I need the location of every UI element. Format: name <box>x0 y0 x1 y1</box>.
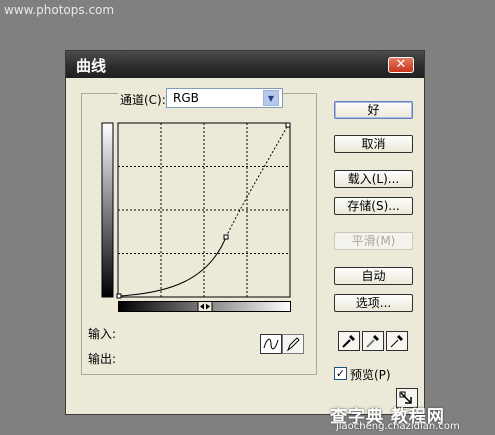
eyedropper-white-icon <box>390 335 403 348</box>
pencil-icon <box>286 337 300 352</box>
curve-tool-icon <box>263 338 279 350</box>
eyedropper-gray-icon <box>366 335 379 348</box>
chevron-down-icon[interactable]: ▼ <box>263 90 279 106</box>
curve-tool-button[interactable] <box>260 334 282 354</box>
control-point <box>285 122 291 128</box>
preview-checkbox[interactable]: ✓ <box>334 367 347 380</box>
title-bar[interactable]: 曲线 ✕ <box>66 51 424 78</box>
ok-button[interactable]: 好 <box>334 101 413 119</box>
output-gradient-bar <box>101 122 114 298</box>
channel-value: RGB <box>173 91 199 105</box>
curves-dialog: 曲线 ✕ 通道(C): RGB ▼ 输入: 输出: 好 取消 载入(L)... … <box>65 50 425 415</box>
output-label: 输出: <box>88 352 117 366</box>
control-point <box>116 293 122 299</box>
channel-select[interactable]: RGB ▼ <box>166 88 283 108</box>
watermark-sub: jiaocheng.chazidian.com <box>336 421 460 432</box>
channel-label: 通道(C): <box>118 91 168 108</box>
screen: { "watermark_top": "www.photops.com", "w… <box>0 0 495 435</box>
curve-graph-area <box>101 122 291 299</box>
black-eyedropper-button[interactable] <box>338 331 360 351</box>
eyedropper-black-icon <box>342 335 355 348</box>
close-button[interactable]: ✕ <box>388 57 414 73</box>
preview-label: 预览(P) <box>350 368 391 382</box>
input-label: 输入: <box>88 327 117 341</box>
load-button[interactable]: 载入(L)... <box>334 170 413 188</box>
cancel-button[interactable]: 取消 <box>334 135 413 153</box>
options-button[interactable]: 选项... <box>334 294 413 312</box>
input-gradient-bar[interactable] <box>118 300 294 314</box>
control-point <box>223 234 229 240</box>
pencil-tool-button[interactable] <box>282 334 304 354</box>
white-eyedropper-button[interactable] <box>386 331 408 351</box>
auto-button[interactable]: 自动 <box>334 267 413 285</box>
smooth-button[interactable]: 平滑(M) <box>334 232 413 250</box>
save-button[interactable]: 存储(S)... <box>334 197 413 215</box>
watermark-top: www.photops.com <box>4 3 115 17</box>
gray-eyedropper-button[interactable] <box>362 331 384 351</box>
window-title: 曲线 <box>76 57 107 75</box>
